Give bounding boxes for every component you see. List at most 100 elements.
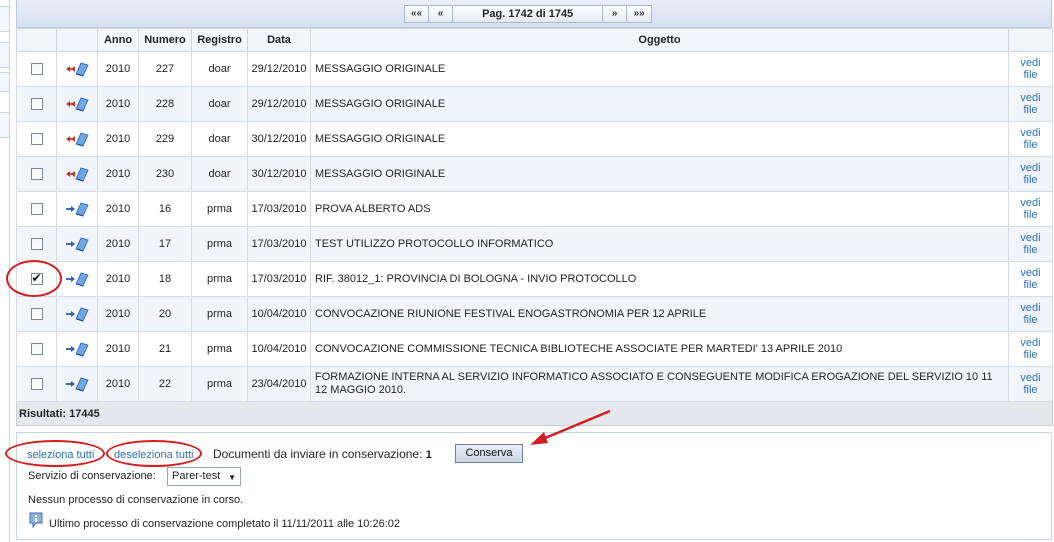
row-checkbox[interactable] — [30, 271, 43, 286]
table-row[interactable]: 201018prma17/03/2010RIF. 38012_1: PROVIN… — [16, 261, 1053, 297]
cell-link: vedi file — [1008, 331, 1053, 367]
row-checkbox[interactable] — [30, 378, 43, 391]
table-row[interactable]: 2010 230 doar 30/12/2010 MESSAGGIO ORIGINALE… — [16, 156, 1053, 192]
service-label: Servizio di conservazione: — [28, 470, 156, 482]
vedi-file-link[interactable]: vedi file — [1020, 162, 1040, 186]
page-indicator: Pag. 1742 di 1745 — [453, 6, 604, 22]
left-tab[interactable] — [0, 112, 10, 138]
cell-link: vedi file — [1008, 366, 1053, 402]
table-row[interactable]: 2010 227 doar 29/12/2010 MESSAGGIO ORIGINALE… — [16, 51, 1053, 87]
col-header-oggetto[interactable]: Oggetto — [310, 28, 1009, 52]
cell-registro: doar — [191, 86, 248, 122]
vedi-file-link[interactable]: vedi file — [1020, 232, 1040, 256]
vedi-file-link[interactable]: vedi file — [1020, 92, 1040, 116]
last-page-button[interactable]: »» — [627, 6, 652, 22]
cell-numero: 20 — [138, 296, 192, 332]
vedi-file-link[interactable]: vedi file — [1020, 267, 1040, 291]
row-checkbox[interactable] — [30, 168, 43, 181]
cell-data: 17/03/2010 — [247, 261, 311, 297]
cell-numero: 229 — [138, 121, 192, 157]
table-row[interactable]: 2010 17 prma 17/03/2010 TEST UTILIZZO PROTOC… — [16, 226, 1053, 262]
left-panel-edge — [0, 0, 10, 542]
table-row[interactable]: 2010 228 doar 29/12/2010 MESSAGGIO ORIGINALE… — [16, 86, 1053, 122]
table-row[interactable]: 2010 21 prma 10/04/2010 CONVOCAZIONE COMMISS… — [16, 331, 1053, 367]
documents-table: Anno Numero Registro Data Oggetto 2010 22… — [16, 28, 1053, 426]
cell-oggetto: PROVA ALBERTO ADS — [310, 191, 1009, 227]
vedi-file-link[interactable]: vedi file — [1020, 372, 1040, 396]
conserva-button[interactable]: Conserva — [455, 444, 523, 463]
cell-data: 23/04/2010 — [247, 366, 311, 402]
pager: «« « Pag. 1742 di 1745 » »» — [404, 5, 653, 23]
cell-numero: 227 — [138, 51, 192, 87]
cell-data: 30/12/2010 — [247, 121, 311, 157]
pager-bar: «« « Pag. 1742 di 1745 » »» — [16, 0, 1052, 28]
vedi-file-link[interactable]: vedi file — [1020, 302, 1040, 326]
cell-data: 17/03/2010 — [247, 191, 311, 227]
cell-numero: 16 — [138, 191, 192, 227]
table-row[interactable]: 2010 22 prma 23/04/2010 FORMAZIONE INTERNA A… — [16, 366, 1053, 402]
vedi-file-link[interactable]: vedi file — [1020, 197, 1040, 221]
vedi-file-link[interactable]: vedi file — [1020, 127, 1040, 151]
cell-anno: 2010 — [97, 156, 139, 192]
cell-link: vedi file — [1008, 51, 1053, 87]
cell-anno: 2010 — [97, 366, 139, 402]
vedi-file-link[interactable]: vedi file — [1020, 337, 1040, 361]
incoming-arrow-book-icon — [60, 131, 94, 147]
row-checkbox[interactable] — [30, 343, 43, 356]
col-header-registro[interactable]: Registro — [191, 28, 248, 52]
first-page-button[interactable]: «« — [405, 6, 430, 22]
cell-anno: 2010 — [97, 261, 139, 297]
row-icon-cell — [56, 191, 98, 227]
table-header-row: Anno Numero Registro Data Oggetto — [16, 28, 1053, 52]
row-select-cell — [16, 51, 57, 87]
select-all-link[interactable]: seleziona tutti — [27, 449, 94, 461]
cell-anno: 2010 — [97, 331, 139, 367]
col-header-icon — [56, 28, 98, 52]
row-select-cell — [16, 86, 57, 122]
cell-registro: prma — [191, 296, 248, 332]
row-select-cell — [16, 226, 57, 262]
outgoing-arrow-book-icon — [60, 306, 94, 322]
cell-link: vedi file — [1008, 121, 1053, 157]
cell-registro: prma — [191, 191, 248, 227]
outgoing-arrow-book-icon — [60, 376, 94, 392]
col-header-data[interactable]: Data — [247, 28, 311, 52]
last-process-text: Ultimo processo di conservazione complet… — [49, 518, 400, 530]
cell-data: 30/12/2010 — [247, 156, 311, 192]
deselect-all-link[interactable]: deseleziona tutti — [114, 449, 194, 461]
table-row[interactable]: 2010 16 prma 17/03/2010 PROVA ALBERTO ADS ved… — [16, 191, 1053, 227]
cell-anno: 2010 — [97, 191, 139, 227]
row-checkbox[interactable] — [30, 203, 43, 216]
cell-link: vedi file — [1008, 191, 1053, 227]
row-checkbox[interactable] — [30, 63, 43, 76]
cell-oggetto: CONVOCAZIONE RIUNIONE FESTIVAL ENOGASTRO… — [310, 296, 1009, 332]
next-page-button[interactable]: » — [603, 6, 628, 22]
row-checkbox[interactable] — [30, 238, 43, 251]
left-tab[interactable] — [0, 72, 10, 92]
col-header-numero[interactable]: Numero — [138, 28, 192, 52]
left-tab[interactable] — [0, 6, 10, 32]
row-icon-cell — [56, 331, 98, 367]
cell-data: 10/04/2010 — [247, 331, 311, 367]
dropdown-arrow-icon: ▼ — [228, 473, 236, 482]
service-select-value: Parer-test — [172, 470, 221, 482]
cell-oggetto: CONVOCAZIONE COMMISSIONE TECNICA BIBLIOT… — [310, 331, 1009, 367]
row-icon-cell — [56, 121, 98, 157]
row-checkbox[interactable] — [30, 133, 43, 146]
row-checkbox[interactable] — [30, 308, 43, 321]
row-icon-cell — [56, 51, 98, 87]
cell-oggetto: RIF. 38012_1: PROVINCIA DI BOLOGNA - INV… — [310, 261, 1009, 297]
row-checkbox[interactable] — [30, 98, 43, 111]
cell-link: vedi file — [1008, 86, 1053, 122]
vedi-file-link[interactable]: vedi file — [1020, 57, 1040, 81]
row-icon-cell — [56, 366, 98, 402]
col-header-anno[interactable]: Anno — [97, 28, 139, 52]
table-row[interactable]: 2010 20 prma 10/04/2010 CONVOCAZIONE RIUNION… — [16, 296, 1053, 332]
service-select[interactable]: Parer-test ▼ — [167, 467, 241, 486]
cell-data: 29/12/2010 — [247, 86, 311, 122]
prev-page-button[interactable]: « — [429, 6, 454, 22]
table-row[interactable]: 2010 229 doar 30/12/2010 MESSAGGIO ORIGINALE… — [16, 121, 1053, 157]
row-select-cell — [16, 121, 57, 157]
left-tab[interactable] — [0, 42, 10, 68]
docs-to-send-label: Documenti da inviare in conservazione: 1 — [213, 447, 432, 461]
